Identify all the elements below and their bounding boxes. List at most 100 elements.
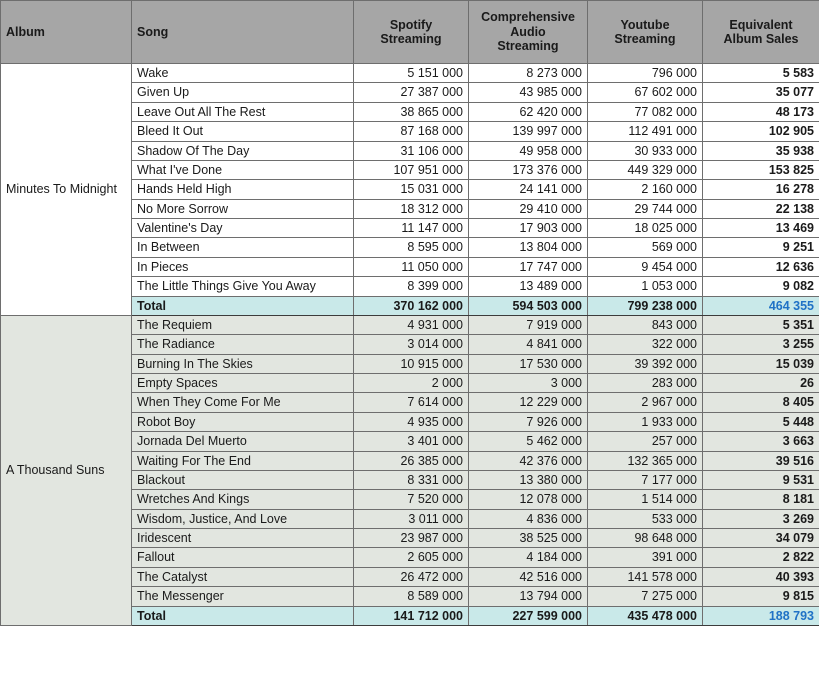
table-body: Minutes To Midnight Wake 5 151 000 8 273 00… bbox=[0, 62, 819, 626]
cell-song: Bleed It Out bbox=[131, 121, 354, 142]
cell-song: Valentine's Day bbox=[131, 217, 354, 239]
cell-youtube: 1 053 000 bbox=[587, 276, 703, 297]
cell-youtube: 1 514 000 bbox=[587, 489, 703, 510]
column-header-line: Equivalent bbox=[729, 17, 793, 32]
cell-youtube: 257 000 bbox=[587, 431, 703, 452]
column-header-line: Album bbox=[6, 24, 45, 39]
cell-song: Blackout bbox=[131, 469, 354, 491]
cell-spotify: 8 331 000 bbox=[353, 469, 469, 491]
table-row: Minutes To Midnight Wake 5 151 000 8 273 00… bbox=[0, 62, 819, 316]
cell-eas: 3 255 bbox=[702, 334, 819, 355]
cell-spotify: 3 014 000 bbox=[353, 334, 469, 355]
cell-eas: 8 405 bbox=[702, 392, 819, 413]
cell-spotify: 11 050 000 bbox=[353, 256, 469, 278]
column-header-spotify: Spotify Streaming bbox=[353, 0, 469, 64]
cell-song: Total bbox=[131, 605, 354, 626]
cell-song: Waiting For The End bbox=[131, 450, 354, 471]
cell-youtube: 1 933 000 bbox=[587, 411, 703, 433]
album-name-cell: Minutes To Midnight bbox=[0, 63, 132, 316]
cell-youtube: 391 000 bbox=[587, 547, 703, 568]
column-header-line: Comprehensive bbox=[481, 10, 575, 25]
cell-song: Fallout bbox=[131, 547, 354, 568]
cell-cas: 7 926 000 bbox=[468, 411, 588, 433]
column-header-eas: Equivalent Album Sales bbox=[702, 0, 819, 64]
cell-eas: 40 393 bbox=[702, 566, 819, 588]
cell-spotify: 27 387 000 bbox=[353, 82, 469, 103]
cell-cas: 42 516 000 bbox=[468, 566, 588, 588]
cell-spotify: 23 987 000 bbox=[353, 527, 469, 549]
column-header-line: Streaming bbox=[380, 32, 442, 46]
cell-spotify: 31 106 000 bbox=[353, 140, 469, 161]
cell-youtube: 29 744 000 bbox=[587, 198, 703, 220]
cell-song: Jornada Del Muerto bbox=[131, 431, 354, 452]
column-header-line: Streaming bbox=[497, 39, 559, 54]
cell-eas: 464 355 bbox=[702, 295, 819, 316]
cell-cas: 12 078 000 bbox=[468, 489, 588, 510]
cell-eas: 9 815 bbox=[702, 586, 819, 607]
column-header-cas: Comprehensive Audio Streaming bbox=[468, 0, 588, 64]
column-header-line: Song bbox=[137, 24, 169, 39]
cell-cas: 38 525 000 bbox=[468, 527, 588, 549]
cell-cas: 594 503 000 bbox=[468, 295, 588, 316]
cell-song: In Between bbox=[131, 237, 354, 258]
cell-eas: 22 138 bbox=[702, 198, 819, 220]
column-header-line: Streaming bbox=[614, 32, 676, 46]
cell-song: The Radiance bbox=[131, 334, 354, 355]
cell-eas: 188 793 bbox=[702, 605, 819, 626]
cell-eas: 8 181 bbox=[702, 489, 819, 510]
cell-song: Wake bbox=[131, 62, 354, 84]
cell-youtube: 569 000 bbox=[587, 237, 703, 258]
cell-song: Robot Boy bbox=[131, 411, 354, 433]
cell-song: Hands Held High bbox=[131, 179, 354, 200]
cell-cas: 7 919 000 bbox=[468, 314, 588, 336]
column-header-line: Album Sales bbox=[723, 32, 799, 46]
cell-cas: 4 841 000 bbox=[468, 334, 588, 355]
cell-cas: 43 985 000 bbox=[468, 82, 588, 103]
cell-youtube: 18 025 000 bbox=[587, 217, 703, 239]
cell-song: What I've Done bbox=[131, 159, 354, 181]
cell-song: Given Up bbox=[131, 82, 354, 103]
cell-song: Total bbox=[131, 295, 354, 316]
cell-eas: 35 077 bbox=[702, 82, 819, 103]
cell-song: In Pieces bbox=[131, 256, 354, 278]
cell-spotify: 26 385 000 bbox=[353, 450, 469, 471]
cell-eas: 16 278 bbox=[702, 179, 819, 200]
cell-spotify: 8 589 000 bbox=[353, 586, 469, 607]
cell-song: Empty Spaces bbox=[131, 372, 354, 394]
cell-cas: 8 273 000 bbox=[468, 62, 588, 84]
cell-song: The Little Things Give You Away bbox=[131, 276, 354, 297]
cell-cas: 173 376 000 bbox=[468, 159, 588, 181]
cell-eas: 5 583 bbox=[702, 62, 819, 84]
cell-spotify: 107 951 000 bbox=[353, 159, 469, 181]
cell-youtube: 141 578 000 bbox=[587, 566, 703, 588]
cell-eas: 39 516 bbox=[702, 450, 819, 471]
cell-cas: 62 420 000 bbox=[468, 101, 588, 123]
cell-eas: 153 825 bbox=[702, 159, 819, 181]
cell-youtube: 843 000 bbox=[587, 314, 703, 336]
column-header-youtube: Youtube Streaming bbox=[587, 0, 703, 64]
cell-cas: 13 489 000 bbox=[468, 276, 588, 297]
album-name-cell: A Thousand Suns bbox=[0, 314, 132, 626]
column-header-line: Spotify bbox=[389, 17, 433, 32]
cell-cas: 17 530 000 bbox=[468, 353, 588, 375]
column-header-album: Album bbox=[0, 0, 132, 64]
cell-youtube: 7 275 000 bbox=[587, 586, 703, 607]
cell-eas: 3 269 bbox=[702, 508, 819, 530]
cell-spotify: 10 915 000 bbox=[353, 353, 469, 375]
cell-eas: 9 082 bbox=[702, 276, 819, 297]
cell-spotify: 8 595 000 bbox=[353, 237, 469, 258]
cell-youtube: 132 365 000 bbox=[587, 450, 703, 471]
cell-song: Leave Out All The Rest bbox=[131, 101, 354, 123]
cell-song: The Requiem bbox=[131, 314, 354, 336]
cell-eas: 26 bbox=[702, 372, 819, 394]
cell-eas: 5 351 bbox=[702, 314, 819, 336]
cell-eas: 2 822 bbox=[702, 547, 819, 568]
cell-song: The Catalyst bbox=[131, 566, 354, 588]
cell-youtube: 67 602 000 bbox=[587, 82, 703, 103]
cell-cas: 3 000 bbox=[468, 372, 588, 394]
cell-spotify: 4 931 000 bbox=[353, 314, 469, 336]
table-row: A Thousand Suns The Requiem 4 931 000 7 919… bbox=[0, 314, 819, 626]
cell-eas: 13 469 bbox=[702, 217, 819, 239]
cell-cas: 13 380 000 bbox=[468, 469, 588, 491]
album-streaming-table: Album Song Spotify Streaming Comprehensive Au… bbox=[0, 0, 819, 626]
